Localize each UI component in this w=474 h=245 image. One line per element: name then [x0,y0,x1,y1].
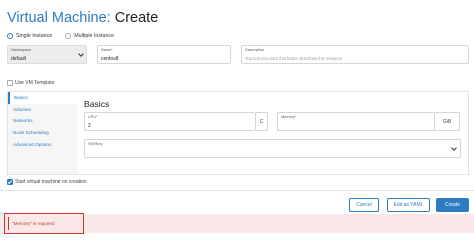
create-button[interactable]: Create [436,198,469,212]
radio-unchecked-icon[interactable] [65,33,72,39]
start-on-creation-label: Start virtual machine on creation [15,179,87,185]
sshkey-label: SSHKey [88,142,103,146]
sshkey-select[interactable]: SSHKey [84,139,461,158]
page-title-prefix: Virtual Machine: [7,10,111,26]
edit-yaml-button[interactable]: Edit as YAML [387,198,430,212]
use-vm-template-label: Use VM Template [15,80,55,86]
radio-single-instance[interactable]: Single Instance [7,33,52,39]
radio-multiple-instance-label: Multiple Instance [74,33,114,39]
memory-unit: GiB [435,112,460,131]
nav-item-advanced-options[interactable]: Advanced Options [8,138,77,150]
cpu-unit: C [256,112,268,131]
config-sidenav: Basics Volumes Networks Node Scheduling … [8,92,77,174]
memory-label: Memory* [281,115,297,119]
footer-divider [0,190,474,191]
chevron-down-icon [78,51,84,57]
checkbox-unchecked-icon[interactable] [7,80,13,86]
description-field[interactable]: Description You text you want that bette… [241,45,469,64]
checkbox-checked-icon[interactable] [7,179,13,185]
radio-multiple-instance[interactable]: Multiple Instance [65,33,114,39]
nav-item-networks[interactable]: Networks [8,115,77,127]
page-title: Virtual Machine: Create [7,9,158,27]
cpu-field[interactable]: CPU* 2 [84,112,256,131]
name-value: centos8 [101,56,119,62]
radio-checked-icon[interactable] [7,33,13,39]
config-panel: Basics Volumes Networks Node Scheduling … [7,91,469,175]
cancel-button[interactable]: Cancel [349,198,379,212]
name-label: Name* [101,48,113,52]
nav-item-basics[interactable]: Basics [8,92,77,104]
nav-item-node-scheduling[interactable]: Node Scheduling [8,127,77,139]
instance-mode-group: Single Instance Multiple Instance [7,31,127,41]
description-label: Description [245,48,264,52]
namespace-label: Namespace [11,48,32,52]
radio-single-instance-label: Single Instance [16,33,53,39]
page-title-suffix: Create [114,10,159,26]
name-field[interactable]: Name* centos8 [97,45,231,64]
namespace-select[interactable]: Namespace default [7,45,87,64]
error-message: "Memory" is required [12,221,55,226]
cpu-label: CPU* [88,115,98,119]
start-on-creation-checkbox[interactable]: Start virtual machine on creation [7,178,87,186]
description-placeholder: You text you want that better describes … [245,56,343,61]
memory-field[interactable]: Memory* [277,112,435,131]
cpu-value: 2 [88,123,91,129]
chevron-down-icon [451,145,457,151]
error-stripe [8,217,10,230]
section-title-basics: Basics [84,99,110,109]
namespace-value: default [11,56,27,62]
use-vm-template-checkbox[interactable]: Use VM Template [7,79,54,87]
nav-item-volumes[interactable]: Volumes [8,104,77,116]
